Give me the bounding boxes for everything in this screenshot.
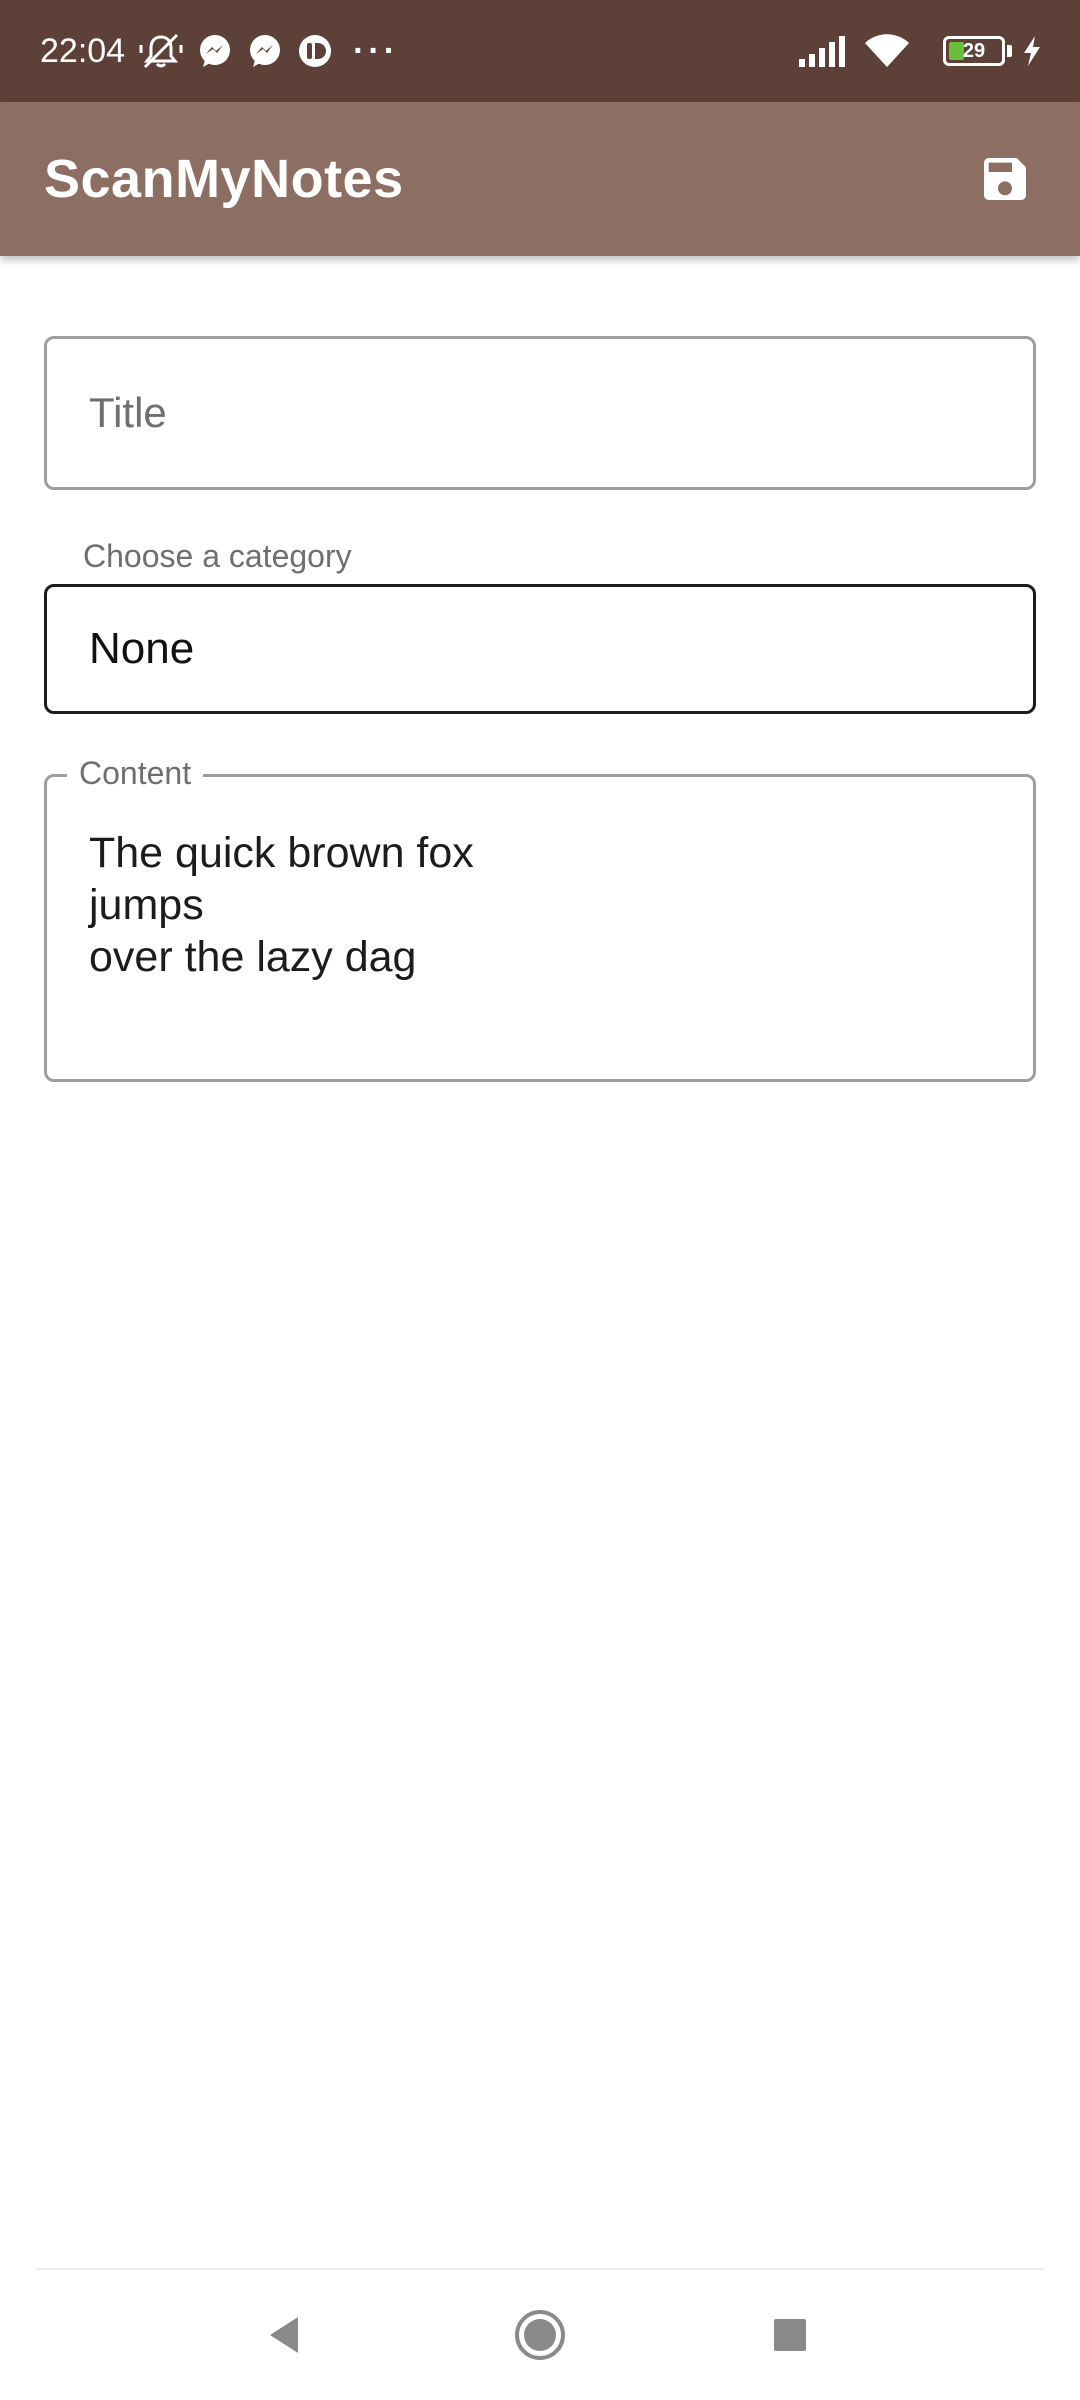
battery-level: 29 (962, 39, 986, 62)
save-button[interactable] (970, 144, 1040, 214)
home-button[interactable] (480, 2285, 600, 2385)
content-label: Content (67, 755, 204, 792)
battery-tip (1007, 45, 1012, 57)
back-icon (270, 2317, 298, 2353)
signal-icon (797, 35, 849, 67)
messenger-icon (247, 33, 283, 69)
back-button[interactable] (224, 2285, 344, 2385)
status-time: 22:04 (40, 31, 126, 70)
navigation-bar (0, 2270, 1080, 2400)
content-field[interactable]: Content The quick brown fox jumps over t… (44, 755, 1036, 1082)
status-bar-right: 29 (797, 33, 1042, 69)
status-bar: 22:04 ··· 29 (0, 0, 1080, 102)
category-dropdown[interactable]: None (44, 584, 1036, 714)
save-icon (984, 158, 1026, 200)
mute-icon (139, 31, 183, 71)
app-notification-icon (297, 33, 333, 69)
wifi-icon (863, 33, 911, 69)
app-title: ScanMyNotes (44, 149, 404, 209)
title-field[interactable] (44, 336, 1036, 490)
charging-icon (1022, 35, 1042, 67)
content-textarea[interactable]: The quick brown fox jumps over the lazy … (89, 827, 1003, 983)
category-selected-value: None (89, 624, 195, 673)
battery-icon: 29 (943, 36, 1005, 66)
home-icon (515, 2310, 565, 2360)
app-bar: ScanMyNotes (0, 102, 1080, 256)
status-bar-left: 22:04 ··· (40, 31, 399, 71)
messenger-icon (197, 33, 233, 69)
recents-button[interactable] (730, 2285, 850, 2385)
battery-fill (949, 42, 964, 60)
recents-icon (774, 2319, 806, 2351)
title-input[interactable] (47, 339, 1033, 487)
category-label: Choose a category (83, 538, 352, 574)
more-notifications-indicator: ··· (353, 31, 400, 70)
